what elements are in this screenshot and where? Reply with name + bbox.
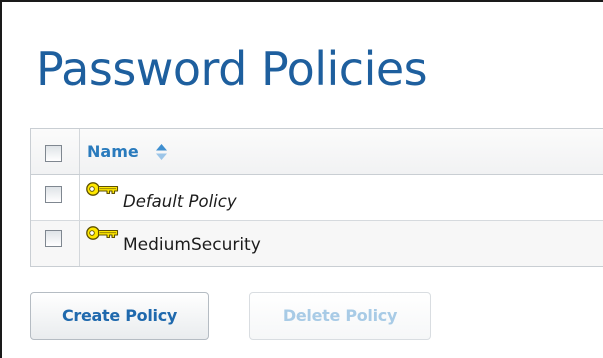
select-all-checkbox[interactable] — [45, 145, 62, 162]
table-header: Name — [31, 129, 603, 175]
sort-icon[interactable] — [155, 143, 168, 161]
table-row[interactable]: MediumSecurity — [31, 221, 603, 266]
key-icon — [86, 182, 119, 196]
policies-table: Name Default Policy MediumSecurity — [30, 128, 603, 267]
name-column-header[interactable]: Name — [87, 142, 139, 161]
table-row[interactable]: Default Policy — [31, 175, 603, 221]
delete-policy-button[interactable]: Delete Policy — [249, 292, 431, 340]
page-title: Password Policies — [36, 42, 428, 96]
row-select-cell — [31, 221, 80, 266]
row-checkbox[interactable] — [45, 230, 62, 247]
create-policy-button[interactable]: Create Policy — [30, 292, 209, 340]
policy-name[interactable]: MediumSecurity — [123, 235, 261, 255]
select-all-cell — [31, 129, 80, 174]
row-checkbox[interactable] — [45, 186, 62, 203]
policy-name[interactable]: Default Policy — [123, 192, 237, 211]
row-select-cell — [31, 175, 80, 220]
key-icon — [86, 226, 119, 240]
app-frame: Password Policies Name Default Policy Me… — [0, 0, 603, 358]
